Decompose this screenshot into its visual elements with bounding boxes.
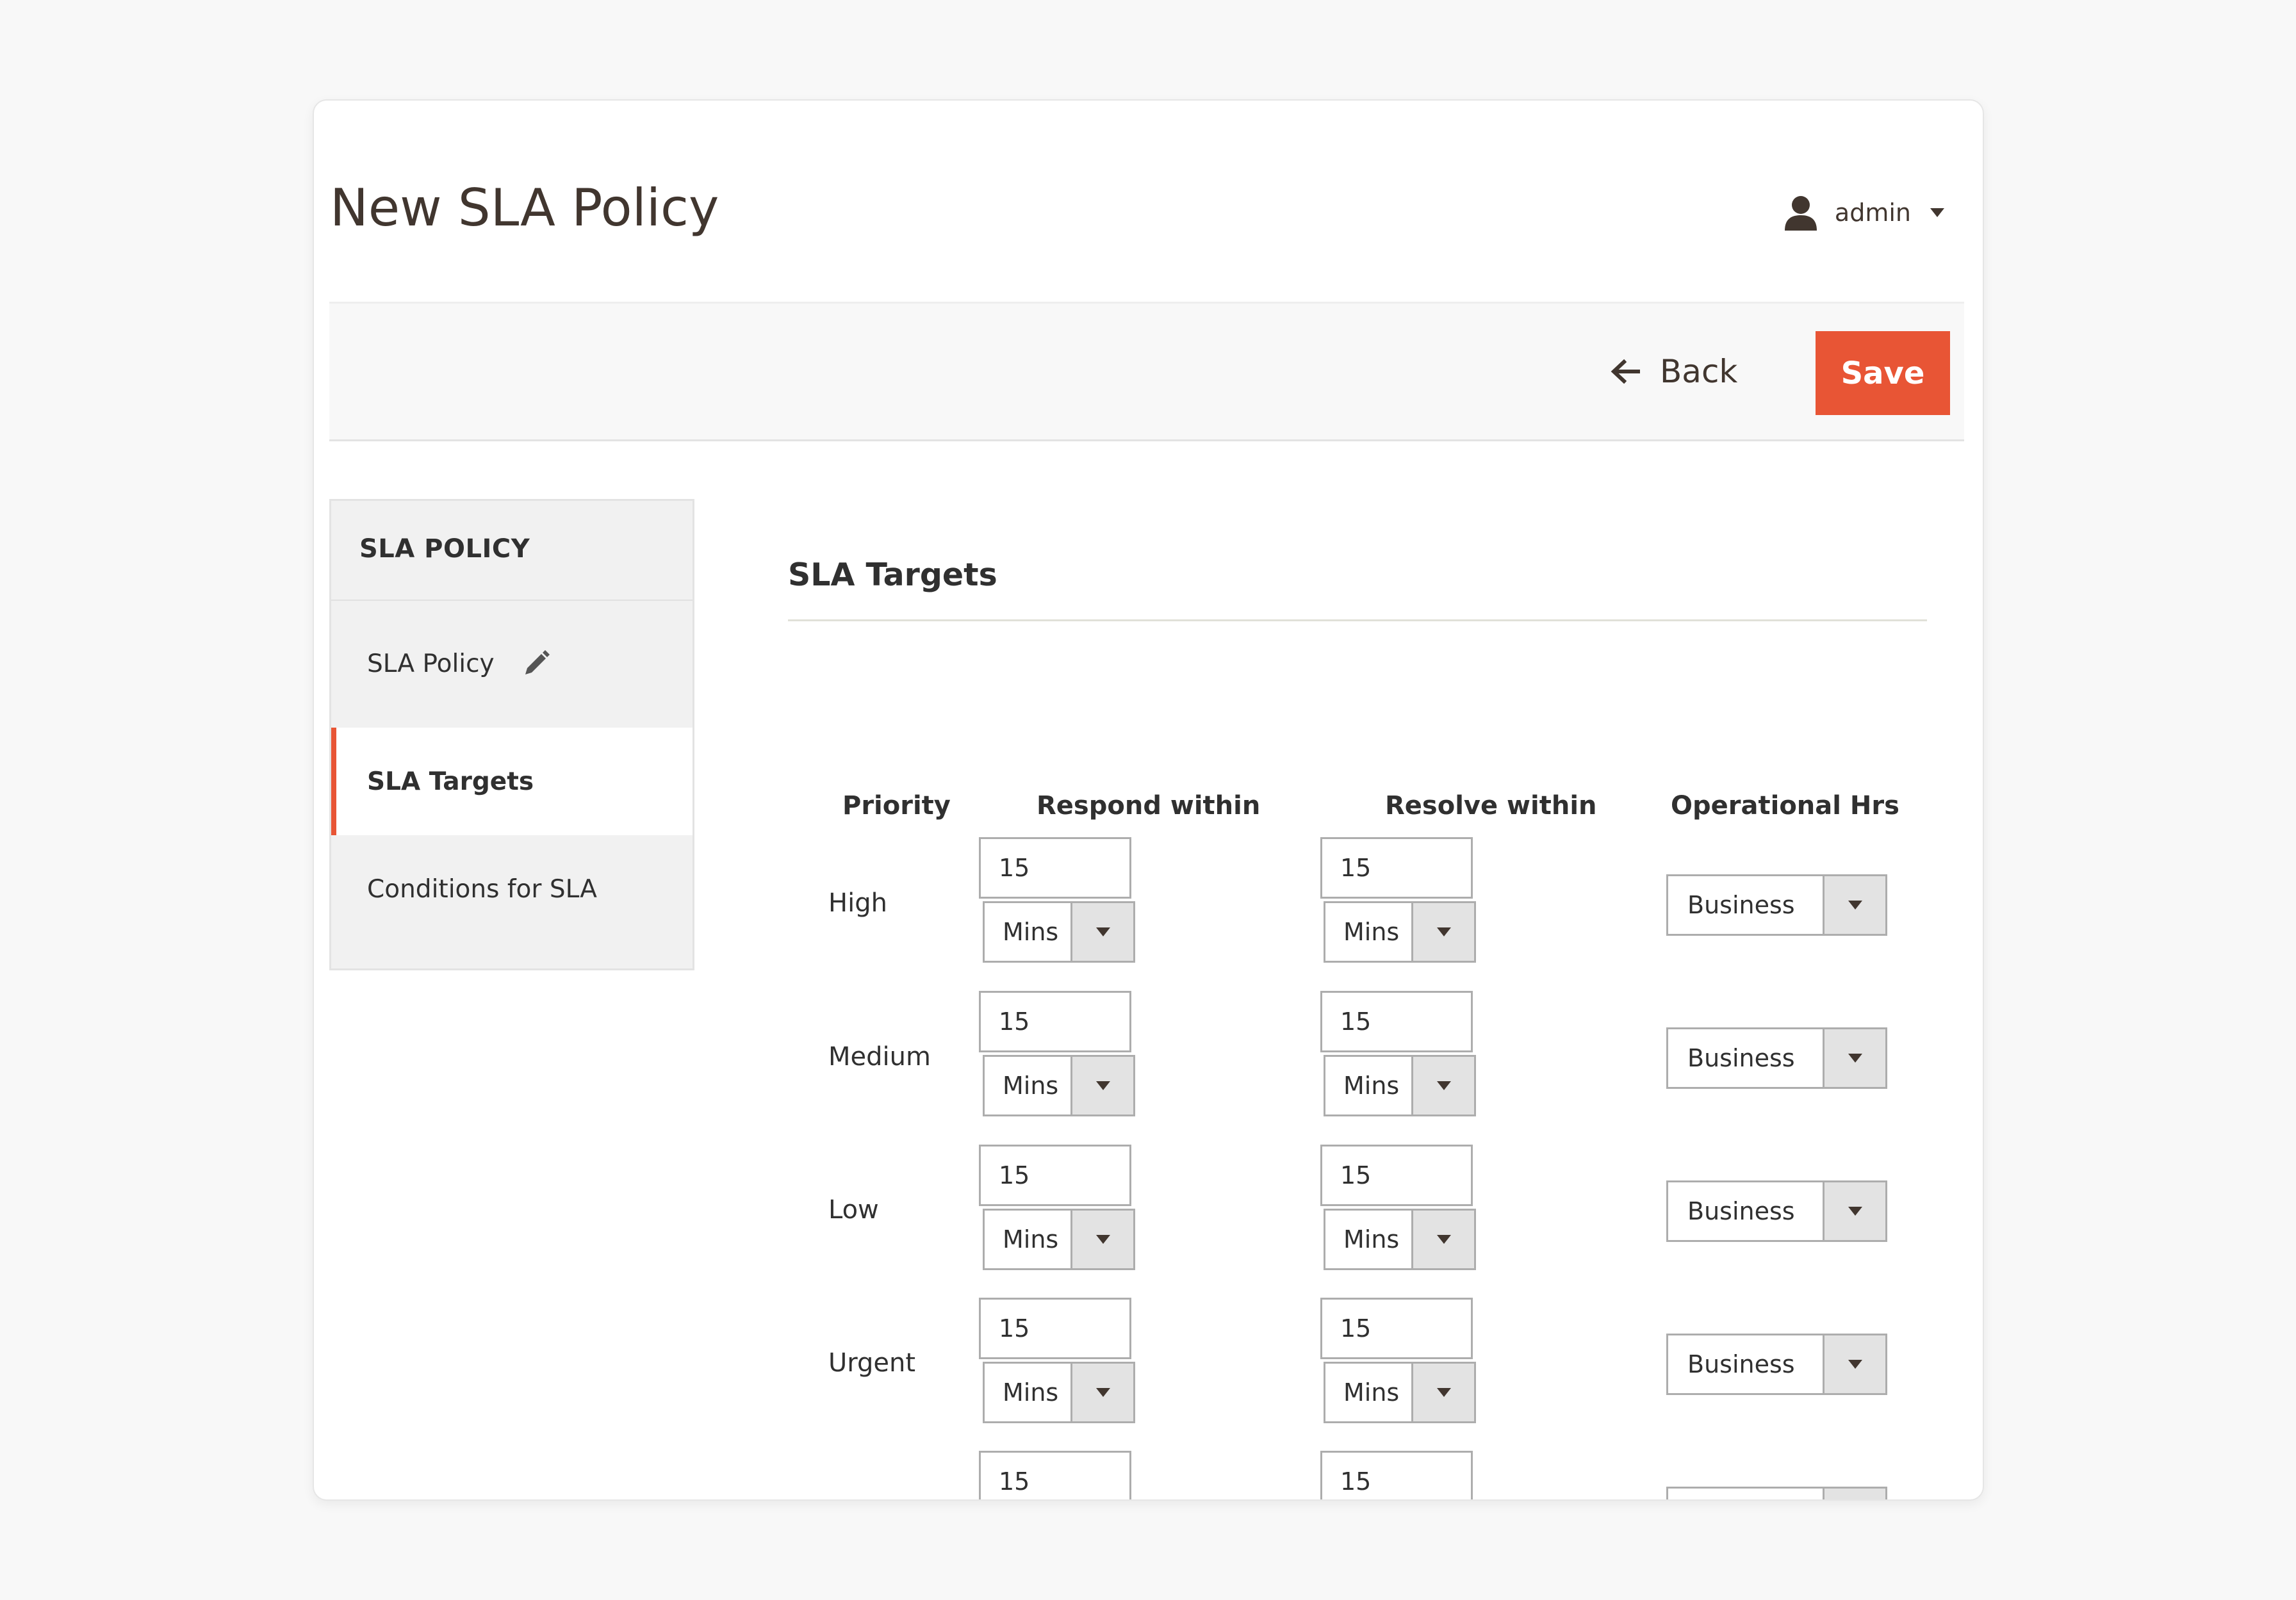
back-button[interactable]: Back bbox=[1610, 346, 1737, 397]
resolve-value-input-urgent[interactable] bbox=[1320, 1298, 1473, 1359]
priority-label-medium: Medium bbox=[828, 1042, 931, 1072]
back-label: Back bbox=[1660, 353, 1738, 390]
sidebar-nav: SLA POLICY SLA Policy SLA Targets Condit… bbox=[329, 499, 694, 970]
resolve-unit-select-low[interactable]: Mins bbox=[1324, 1209, 1476, 1270]
respond-value-input-high[interactable] bbox=[979, 837, 1131, 899]
sla-policy-card: New SLA Policy admin Back Save SLA POLIC… bbox=[313, 99, 1984, 1501]
sidebar-item-label: SLA Policy bbox=[367, 649, 495, 678]
select-value: Mins bbox=[1343, 918, 1400, 946]
dropdown-arrow-icon bbox=[1411, 1364, 1474, 1421]
select-value: Mins bbox=[1343, 1072, 1400, 1100]
respond-unit-select-medium[interactable]: Mins bbox=[983, 1055, 1135, 1116]
column-header-priority: Priority bbox=[842, 791, 951, 820]
dropdown-arrow-icon bbox=[1823, 876, 1885, 934]
select-value: Business bbox=[1687, 1350, 1795, 1378]
operational-hours-select-row5[interactable] bbox=[1666, 1487, 1887, 1499]
page-actions-bar: Back Save bbox=[329, 302, 1964, 441]
dropdown-arrow-icon bbox=[1070, 1057, 1133, 1114]
priority-label-high: High bbox=[828, 888, 887, 918]
dropdown-arrow-icon bbox=[1070, 1364, 1133, 1421]
select-value: Business bbox=[1687, 891, 1795, 919]
dropdown-arrow-icon bbox=[1823, 1029, 1885, 1087]
sidebar-item-sla-targets[interactable]: SLA Targets bbox=[331, 728, 693, 835]
dropdown-arrow-icon bbox=[1070, 903, 1133, 961]
dropdown-arrow-icon bbox=[1823, 1489, 1885, 1499]
operational-hours-select-high[interactable]: Business bbox=[1666, 874, 1887, 936]
dropdown-arrow-icon bbox=[1823, 1335, 1885, 1393]
dropdown-arrow-icon bbox=[1411, 1057, 1474, 1114]
save-button[interactable]: Save bbox=[1816, 331, 1950, 415]
user-name: admin bbox=[1834, 199, 1911, 227]
column-header-resolve: Resolve within bbox=[1385, 791, 1597, 820]
dropdown-arrow-icon bbox=[1411, 903, 1474, 961]
section-divider bbox=[788, 619, 1927, 621]
respond-value-input-medium[interactable] bbox=[979, 991, 1131, 1052]
user-menu[interactable]: admin bbox=[1782, 190, 1944, 235]
resolve-unit-select-urgent[interactable]: Mins bbox=[1324, 1362, 1476, 1423]
operational-hours-select-urgent[interactable]: Business bbox=[1666, 1334, 1887, 1395]
section-title: SLA Targets bbox=[788, 557, 997, 593]
resolve-value-input-low[interactable] bbox=[1320, 1145, 1473, 1206]
column-header-respond: Respond within bbox=[1037, 791, 1261, 820]
resolve-value-input-high[interactable] bbox=[1320, 837, 1473, 899]
respond-value-input-low[interactable] bbox=[979, 1145, 1131, 1206]
column-header-hours: Operational Hrs bbox=[1671, 791, 1899, 820]
select-value: Business bbox=[1687, 1044, 1795, 1072]
select-value: Mins bbox=[1343, 1225, 1400, 1253]
page-title: New SLA Policy bbox=[330, 178, 719, 238]
select-value: Mins bbox=[1003, 918, 1059, 946]
respond-value-input-row5[interactable] bbox=[979, 1451, 1131, 1499]
chevron-down-icon bbox=[1930, 208, 1944, 217]
sidebar-item-label: Conditions for SLA bbox=[367, 874, 597, 904]
select-value: Business bbox=[1687, 1197, 1795, 1225]
respond-unit-select-urgent[interactable]: Mins bbox=[983, 1362, 1135, 1423]
arrow-left-icon bbox=[1611, 359, 1640, 384]
respond-unit-select-high[interactable]: Mins bbox=[983, 901, 1135, 963]
respond-value-input-urgent[interactable] bbox=[979, 1298, 1131, 1359]
operational-hours-select-medium[interactable]: Business bbox=[1666, 1027, 1887, 1089]
operational-hours-select-low[interactable]: Business bbox=[1666, 1180, 1887, 1242]
sidebar-item-sla-policy[interactable]: SLA Policy bbox=[331, 601, 693, 726]
priority-label-urgent: Urgent bbox=[828, 1348, 916, 1378]
dropdown-arrow-icon bbox=[1823, 1182, 1885, 1240]
priority-label-low: Low bbox=[828, 1195, 879, 1225]
select-value: Mins bbox=[1003, 1072, 1059, 1100]
resolve-unit-select-medium[interactable]: Mins bbox=[1324, 1055, 1476, 1116]
dropdown-arrow-icon bbox=[1070, 1211, 1133, 1268]
select-value: Mins bbox=[1003, 1378, 1059, 1407]
user-icon bbox=[1784, 196, 1817, 231]
resolve-value-input-row5[interactable] bbox=[1320, 1451, 1473, 1499]
select-value: Mins bbox=[1003, 1225, 1059, 1253]
sidebar-item-conditions[interactable]: Conditions for SLA bbox=[331, 835, 693, 943]
resolve-unit-select-high[interactable]: Mins bbox=[1324, 901, 1476, 963]
sidebar-item-label: SLA Targets bbox=[367, 767, 534, 796]
respond-unit-select-low[interactable]: Mins bbox=[983, 1209, 1135, 1270]
select-value: Mins bbox=[1343, 1378, 1400, 1407]
resolve-value-input-medium[interactable] bbox=[1320, 991, 1473, 1052]
sidebar-title: SLA POLICY bbox=[359, 534, 530, 564]
dropdown-arrow-icon bbox=[1411, 1211, 1474, 1268]
pencil-icon bbox=[525, 650, 550, 674]
